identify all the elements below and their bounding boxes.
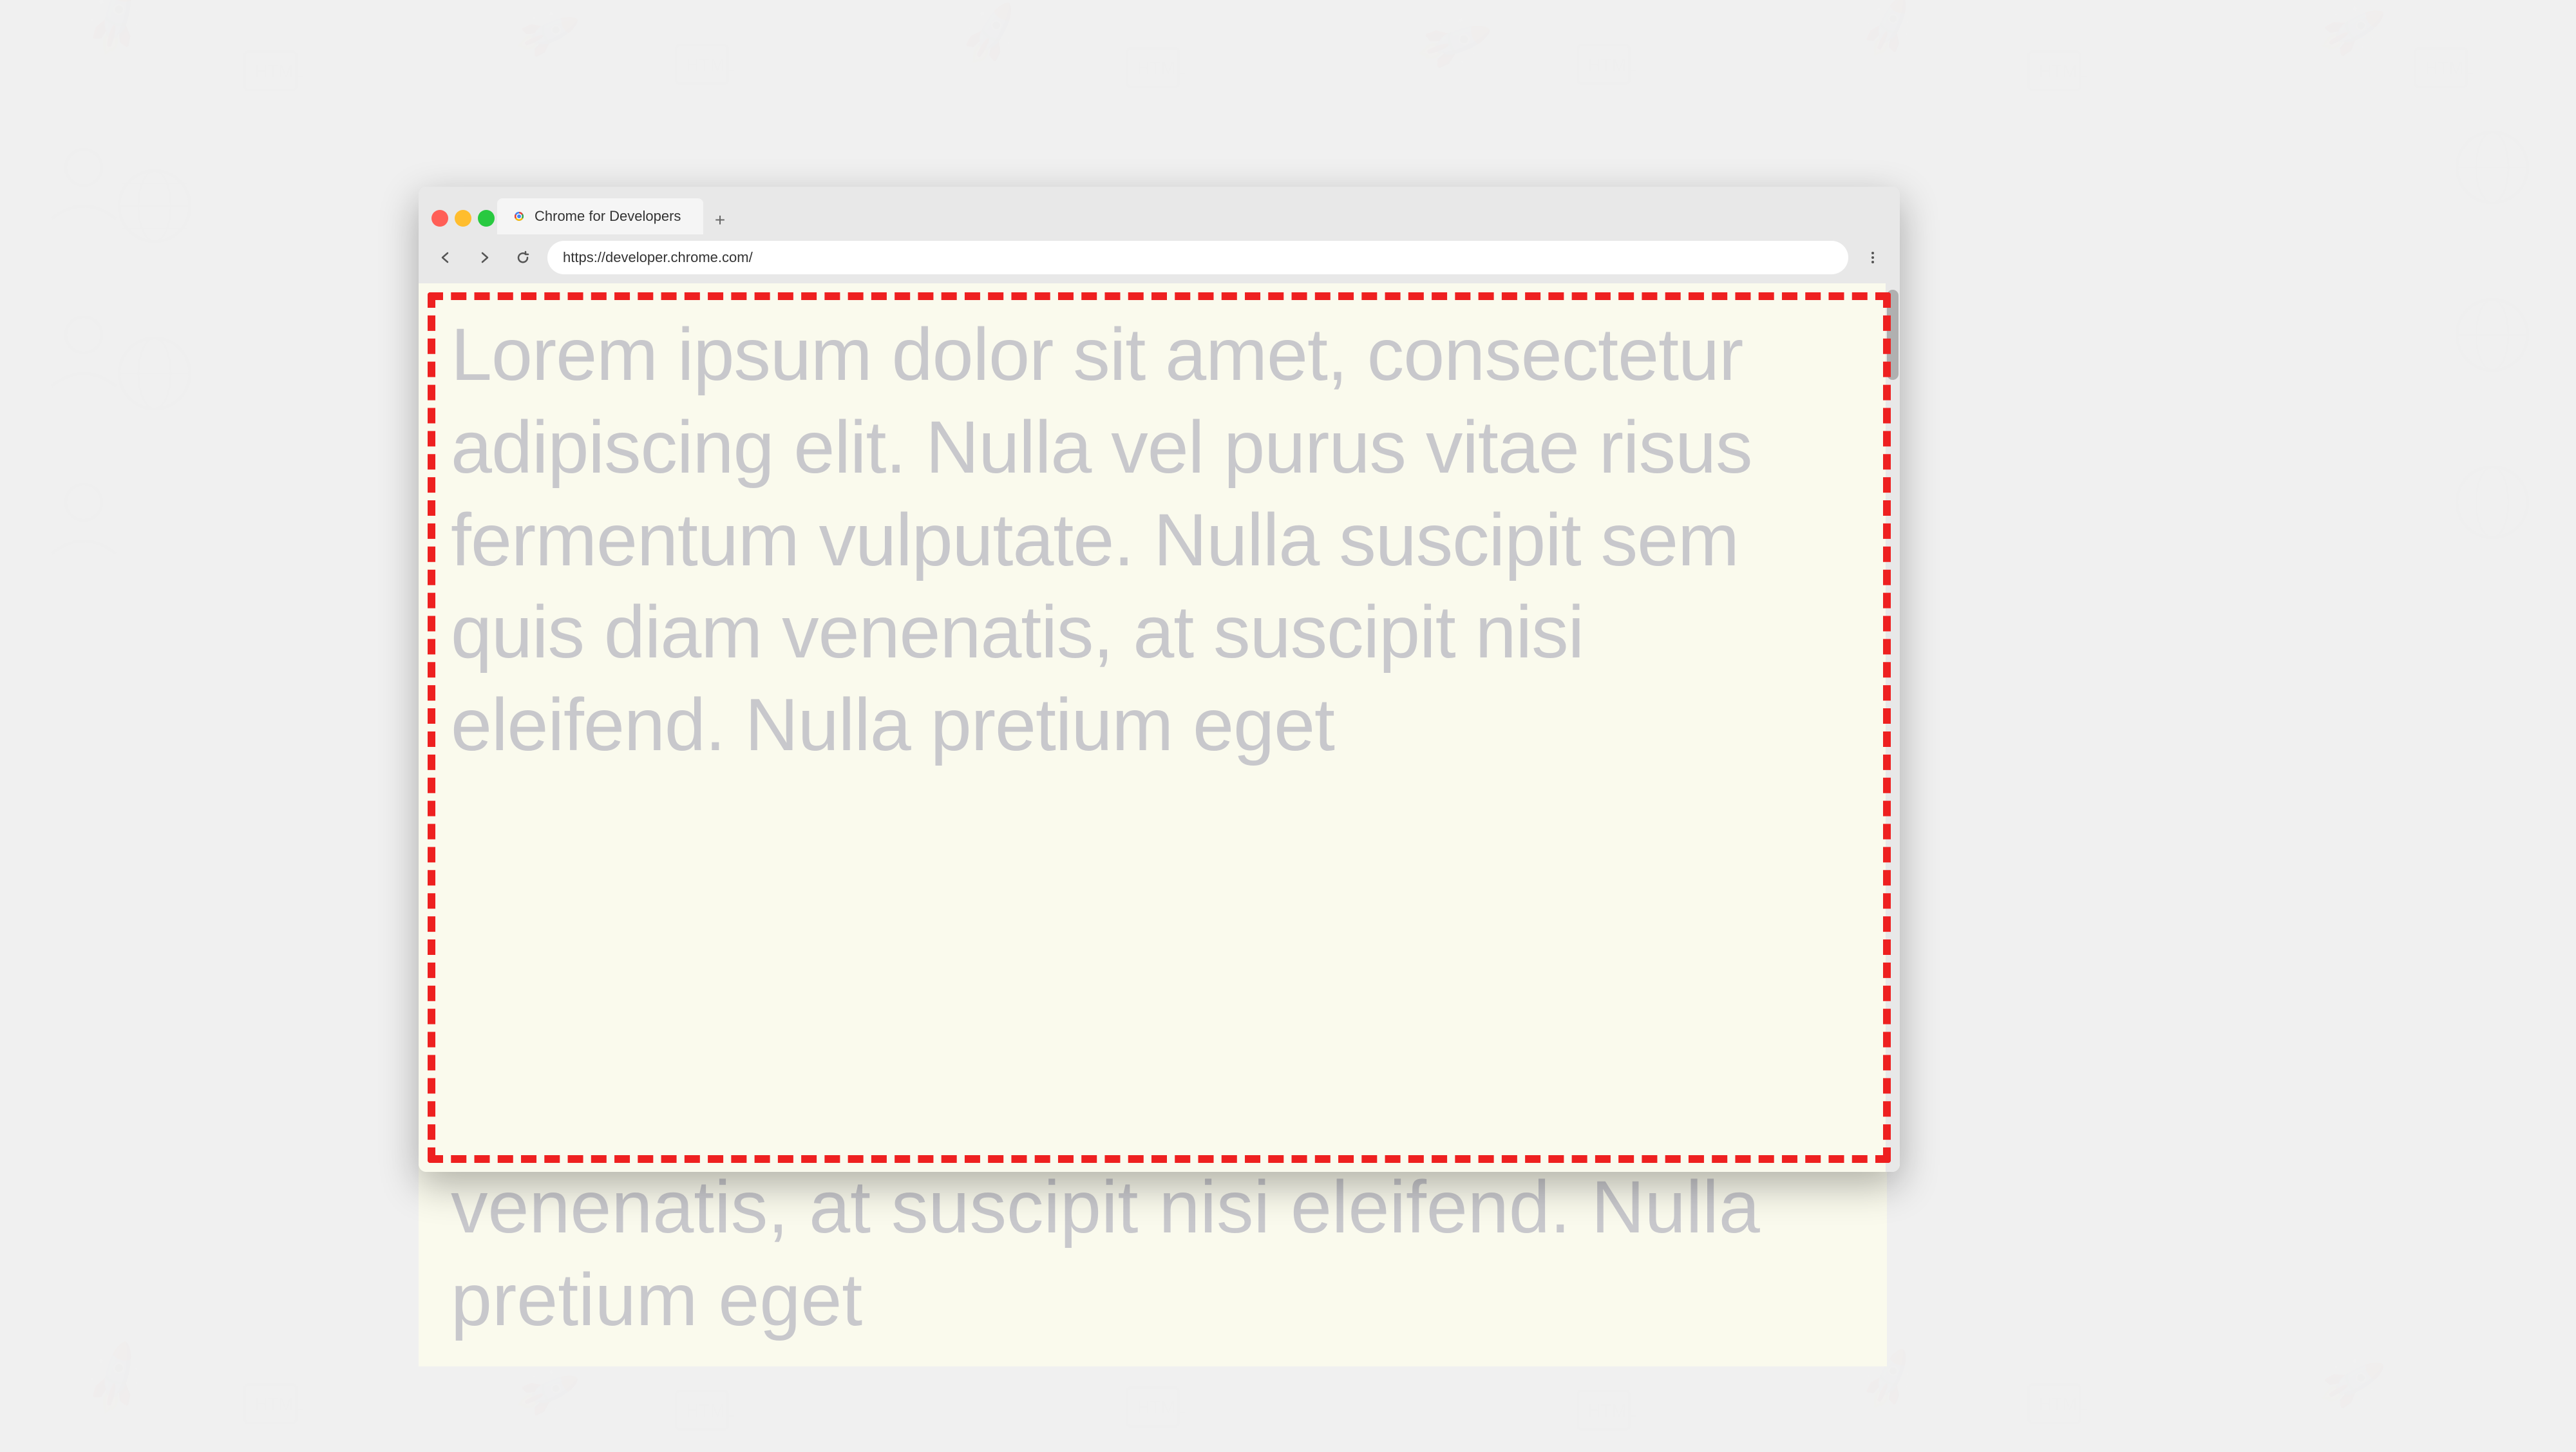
back-icon [439,250,453,265]
svg-text:🚀: 🚀 [1853,0,1924,61]
back-button[interactable] [431,243,460,272]
forward-button[interactable] [470,243,498,272]
svg-text:🚀: 🚀 [512,0,582,68]
svg-text:HTML: HTML [2038,1394,2087,1414]
new-tab-button[interactable]: + [706,206,734,234]
browser-container: Chrome for Developers + [419,187,1900,1178]
svg-text:HTML: HTML [686,55,735,75]
refresh-icon [516,250,530,265]
svg-text:🚀: 🚀 [73,1337,158,1420]
svg-text:🚀: 🚀 [73,0,158,62]
minimize-button[interactable] [455,210,471,227]
tab-favicon [510,207,528,225]
svg-text:🚀: 🚀 [1412,3,1495,83]
svg-text:🚀: 🚀 [512,1359,582,1426]
svg-text:HTML: HTML [1137,1397,1186,1417]
svg-text:HTML: HTML [1137,58,1186,78]
svg-text:HTML: HTML [686,1400,735,1420]
svg-text:HTML: HTML [2425,58,2474,78]
svg-text:HTML: HTML [254,61,303,81]
svg-text:🚀: 🚀 [954,0,1027,68]
svg-text:🚀: 🚀 [2316,0,2388,65]
scrollbar-thumb[interactable] [1887,290,1899,380]
window-controls [431,210,495,234]
refresh-button[interactable] [509,243,537,272]
svg-text:HTML: HTML [1587,55,1636,75]
svg-text:HTML: HTML [254,1394,303,1414]
maximize-button[interactable] [478,210,495,227]
active-tab[interactable]: Chrome for Developers [497,198,703,234]
svg-text:HTML: HTML [2038,61,2087,81]
forward-icon [477,250,491,265]
scrollbar-track [1886,283,1900,1172]
page-content: Lorem ipsum dolor sit amet, consectetur … [419,283,1900,1172]
svg-text:🚀: 🚀 [2316,1348,2388,1417]
close-button[interactable] [431,210,448,227]
menu-button[interactable] [1859,243,1887,272]
menu-icon [1866,250,1880,265]
lorem-ipsum-text: Lorem ipsum dolor sit amet, consectetur … [419,283,1900,798]
tab-row: Chrome for Developers + [431,198,1887,234]
address-input[interactable] [547,241,1848,274]
svg-text:HTML: HTML [1587,1400,1636,1420]
address-row [419,234,1900,283]
title-bar: Chrome for Developers + [419,187,1900,234]
browser-window: Chrome for Developers + [419,187,1900,1172]
tab-title: Chrome for Developers [535,208,690,225]
